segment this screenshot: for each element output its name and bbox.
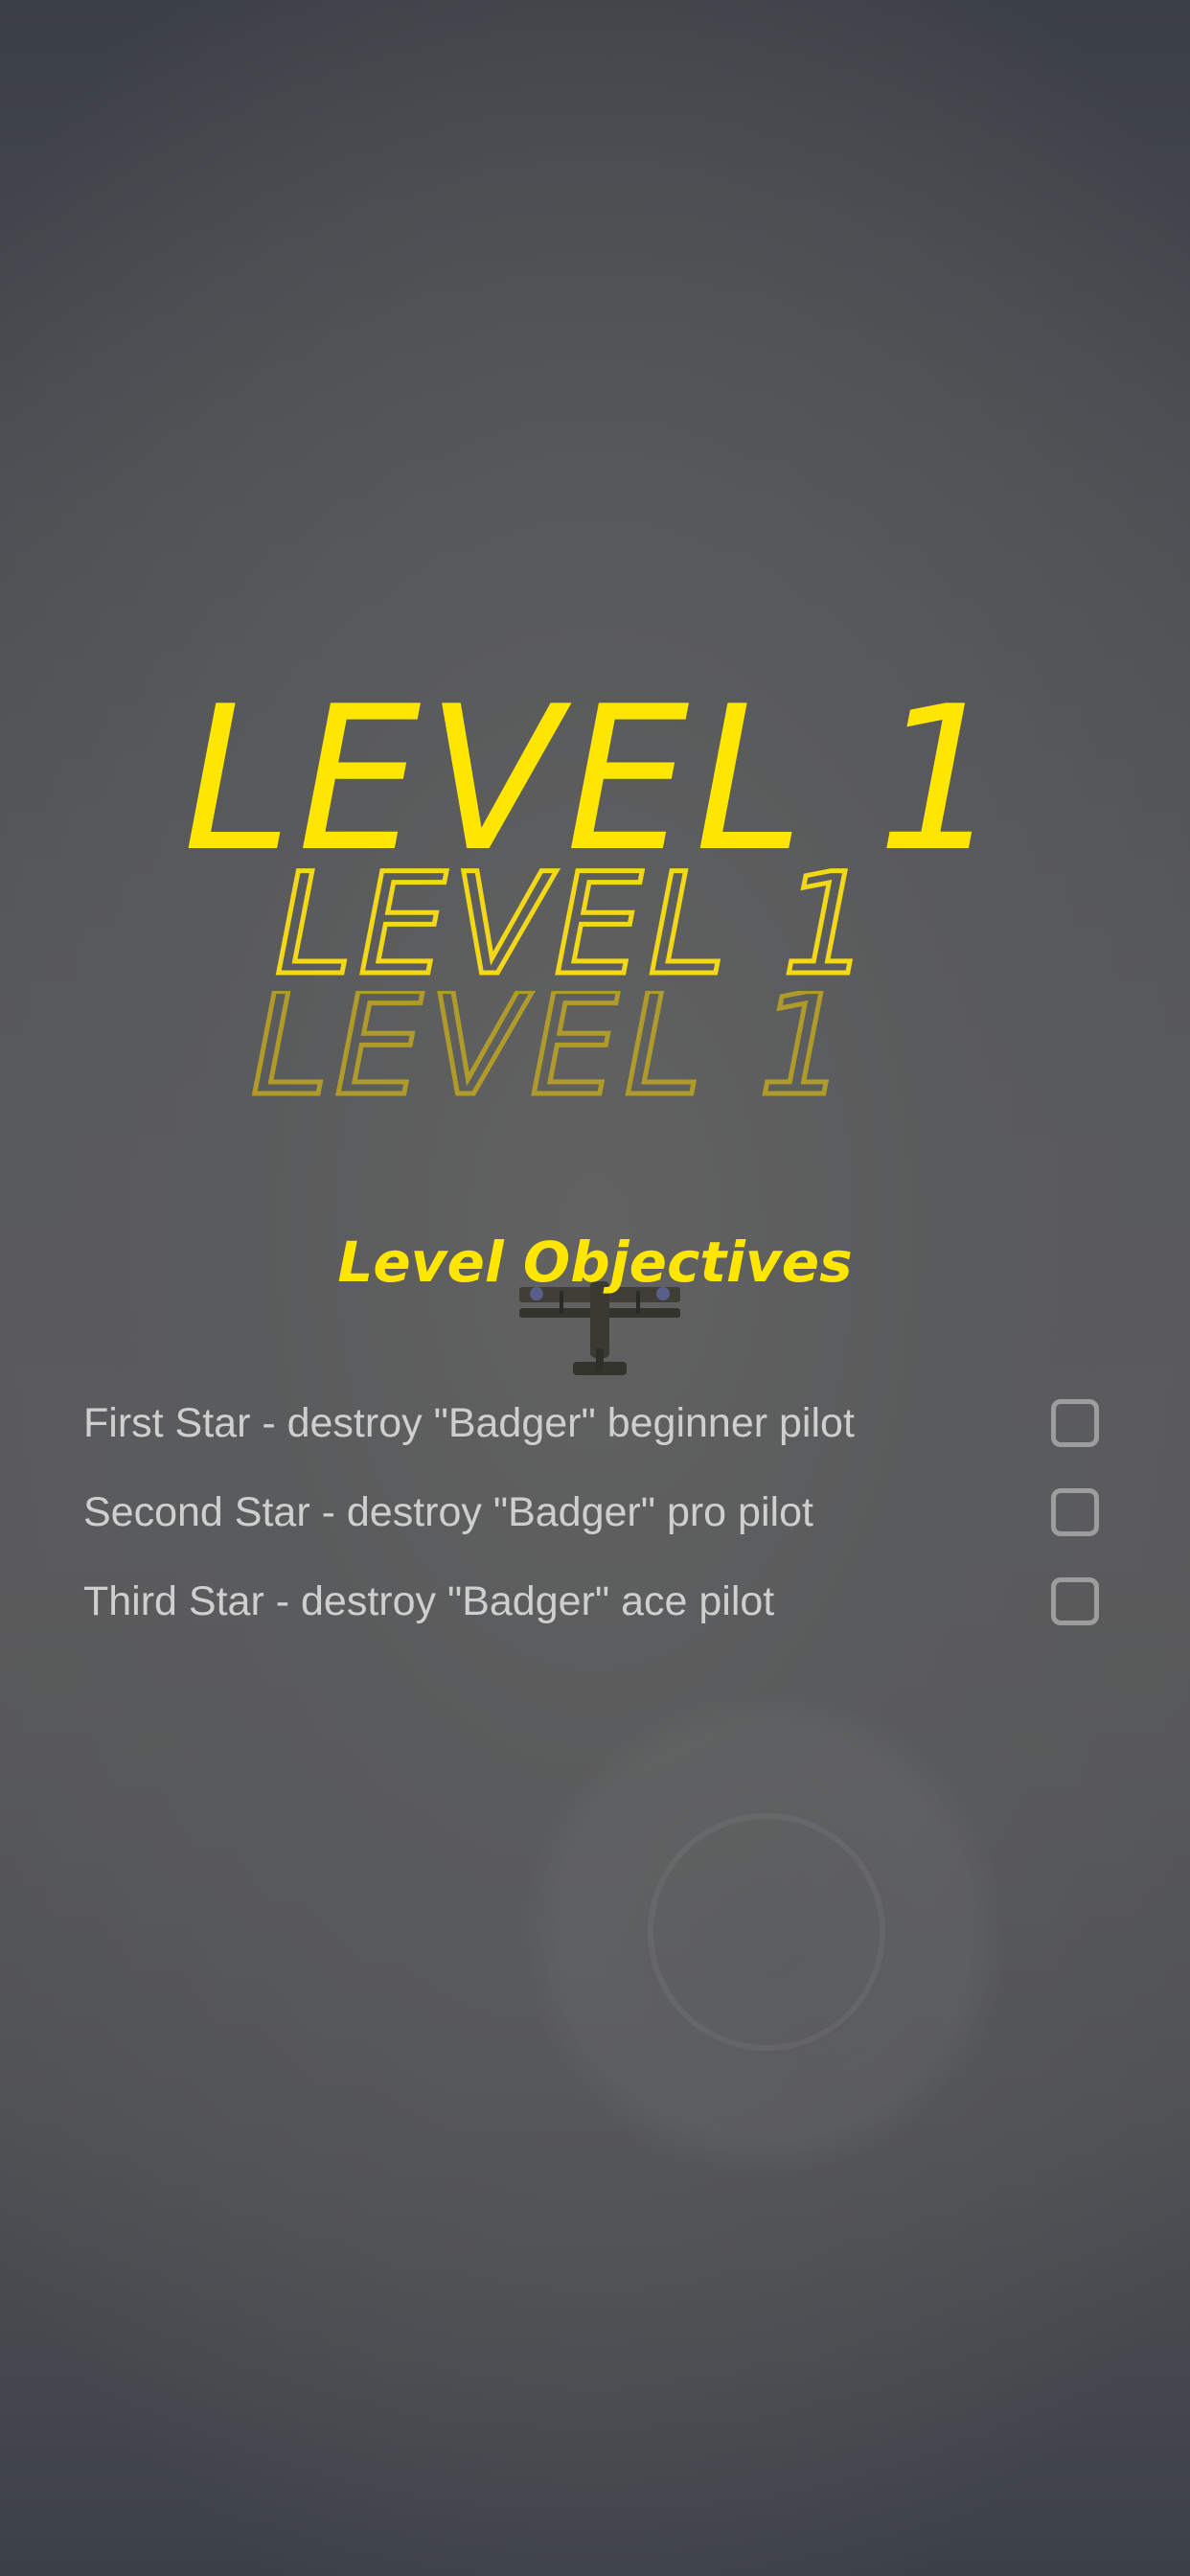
level-title-echo-1: LEVEL 1 (272, 867, 878, 980)
objective-row-second-star: Second Star - destroy "Badger" pro pilot (83, 1479, 1099, 1546)
objective-checkbox (1051, 1399, 1099, 1447)
objective-label: Third Star - destroy "Badger" ace pilot (83, 1577, 775, 1624)
level-title-echo-2-wrapper: LEVEL 1 (0, 991, 1190, 1108)
level-intro-screen: LEVEL 1 LEVEL 1 LEVEL 1 Level Objectives… (0, 0, 1190, 2576)
level-title-echo-2: LEVEL 1 (248, 991, 854, 1108)
objective-row-third-star: Third Star - destroy "Badger" ace pilot (83, 1568, 1099, 1635)
objective-label: Second Star - destroy "Badger" pro pilot (83, 1488, 813, 1535)
objectives-heading: Level Objectives (337, 1230, 853, 1295)
objective-checkbox (1051, 1488, 1099, 1536)
level-title: LEVEL 1 (183, 664, 1007, 896)
objective-row-first-star: First Star - destroy "Badger" beginner p… (83, 1390, 1099, 1457)
level-title-echo-1-wrapper: LEVEL 1 (0, 867, 1190, 980)
joystick-icon[interactable] (648, 1813, 885, 2051)
objective-label: First Star - destroy "Badger" beginner p… (83, 1399, 855, 1446)
objective-checkbox (1051, 1577, 1099, 1625)
